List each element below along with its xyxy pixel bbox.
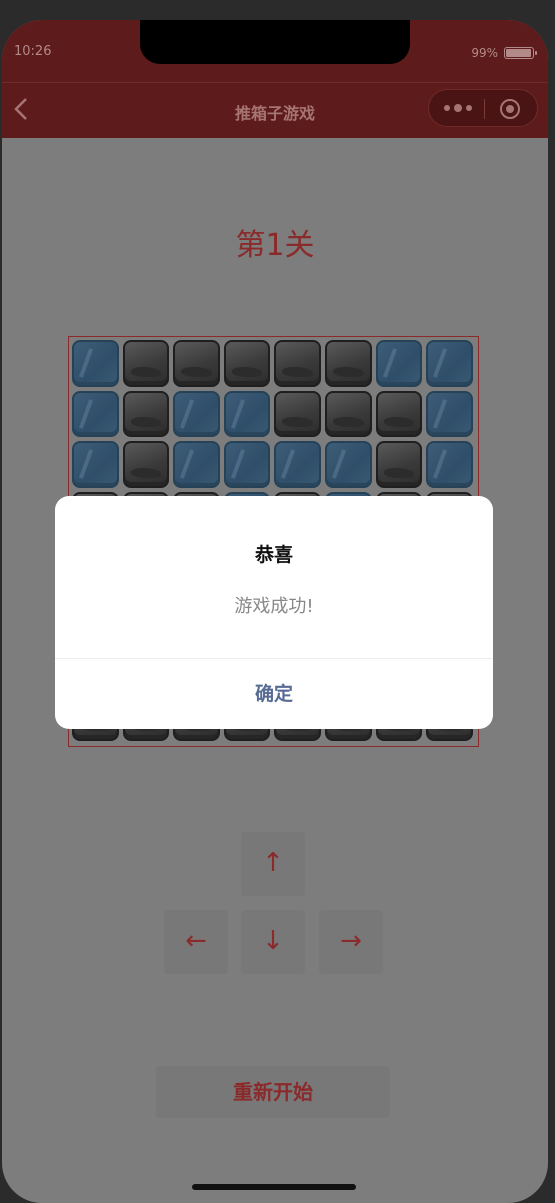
wall-tile [274, 340, 321, 387]
arrow-left-icon: ← [185, 926, 207, 956]
battery-icon [504, 47, 537, 59]
close-button[interactable] [499, 98, 521, 120]
up-button[interactable]: ↑ [241, 832, 305, 896]
wall-tile [324, 390, 372, 438]
status-bar: 10:26 99% [2, 20, 548, 82]
arrow-right-icon: → [340, 926, 362, 956]
more-button[interactable] [441, 99, 475, 117]
wall-tile [375, 441, 423, 488]
floor-tile [426, 390, 473, 438]
target-close-icon [500, 99, 520, 119]
dialog-message: 游戏成功! [234, 596, 314, 617]
down-button[interactable]: ↓ [241, 910, 305, 974]
floor-tile [426, 441, 473, 488]
wall-tile [324, 340, 372, 387]
phone-screen: 10:26 99% 推箱子游戏 第1关 ↑ ← ↓ → 重新开始 恭喜 游戏成功… [2, 20, 548, 1203]
floor-tile [324, 441, 372, 488]
battery-percent: 99% [471, 46, 498, 60]
status-time: 10:26 [14, 44, 52, 59]
mini-program-capsule [428, 89, 538, 127]
arrow-up-icon: ↑ [262, 848, 284, 878]
capsule-separator [484, 99, 485, 119]
wall-tile [122, 340, 170, 387]
floor-tile [223, 441, 271, 488]
floor-tile [274, 441, 321, 488]
floor-tile [72, 441, 119, 488]
right-button[interactable]: → [319, 910, 383, 974]
floor-tile [72, 390, 119, 438]
left-button[interactable]: ← [164, 910, 228, 974]
notch [140, 20, 410, 64]
wall-tile [274, 390, 321, 438]
wall-tile [173, 340, 220, 387]
header-divider [2, 82, 548, 83]
floor-tile [375, 340, 423, 387]
wall-tile [122, 441, 170, 488]
floor-tile [426, 340, 473, 387]
confirm-button[interactable]: 确定 [55, 659, 493, 729]
restart-button[interactable]: 重新开始 [156, 1066, 390, 1118]
level-title: 第1关 [235, 228, 315, 263]
floor-tile [72, 340, 119, 387]
dialog-title: 恭喜 [254, 544, 293, 566]
wall-tile [122, 390, 170, 438]
success-dialog: 恭喜 游戏成功! 确定 [55, 496, 493, 729]
wall-tile [223, 340, 271, 387]
floor-tile [223, 390, 271, 438]
app-header: 10:26 99% 推箱子游戏 [2, 20, 548, 138]
home-indicator [192, 1184, 356, 1190]
wall-tile [375, 390, 423, 438]
floor-tile [173, 441, 220, 488]
more-dots-icon [444, 104, 472, 112]
floor-tile [173, 390, 220, 438]
arrow-down-icon: ↓ [262, 926, 284, 956]
